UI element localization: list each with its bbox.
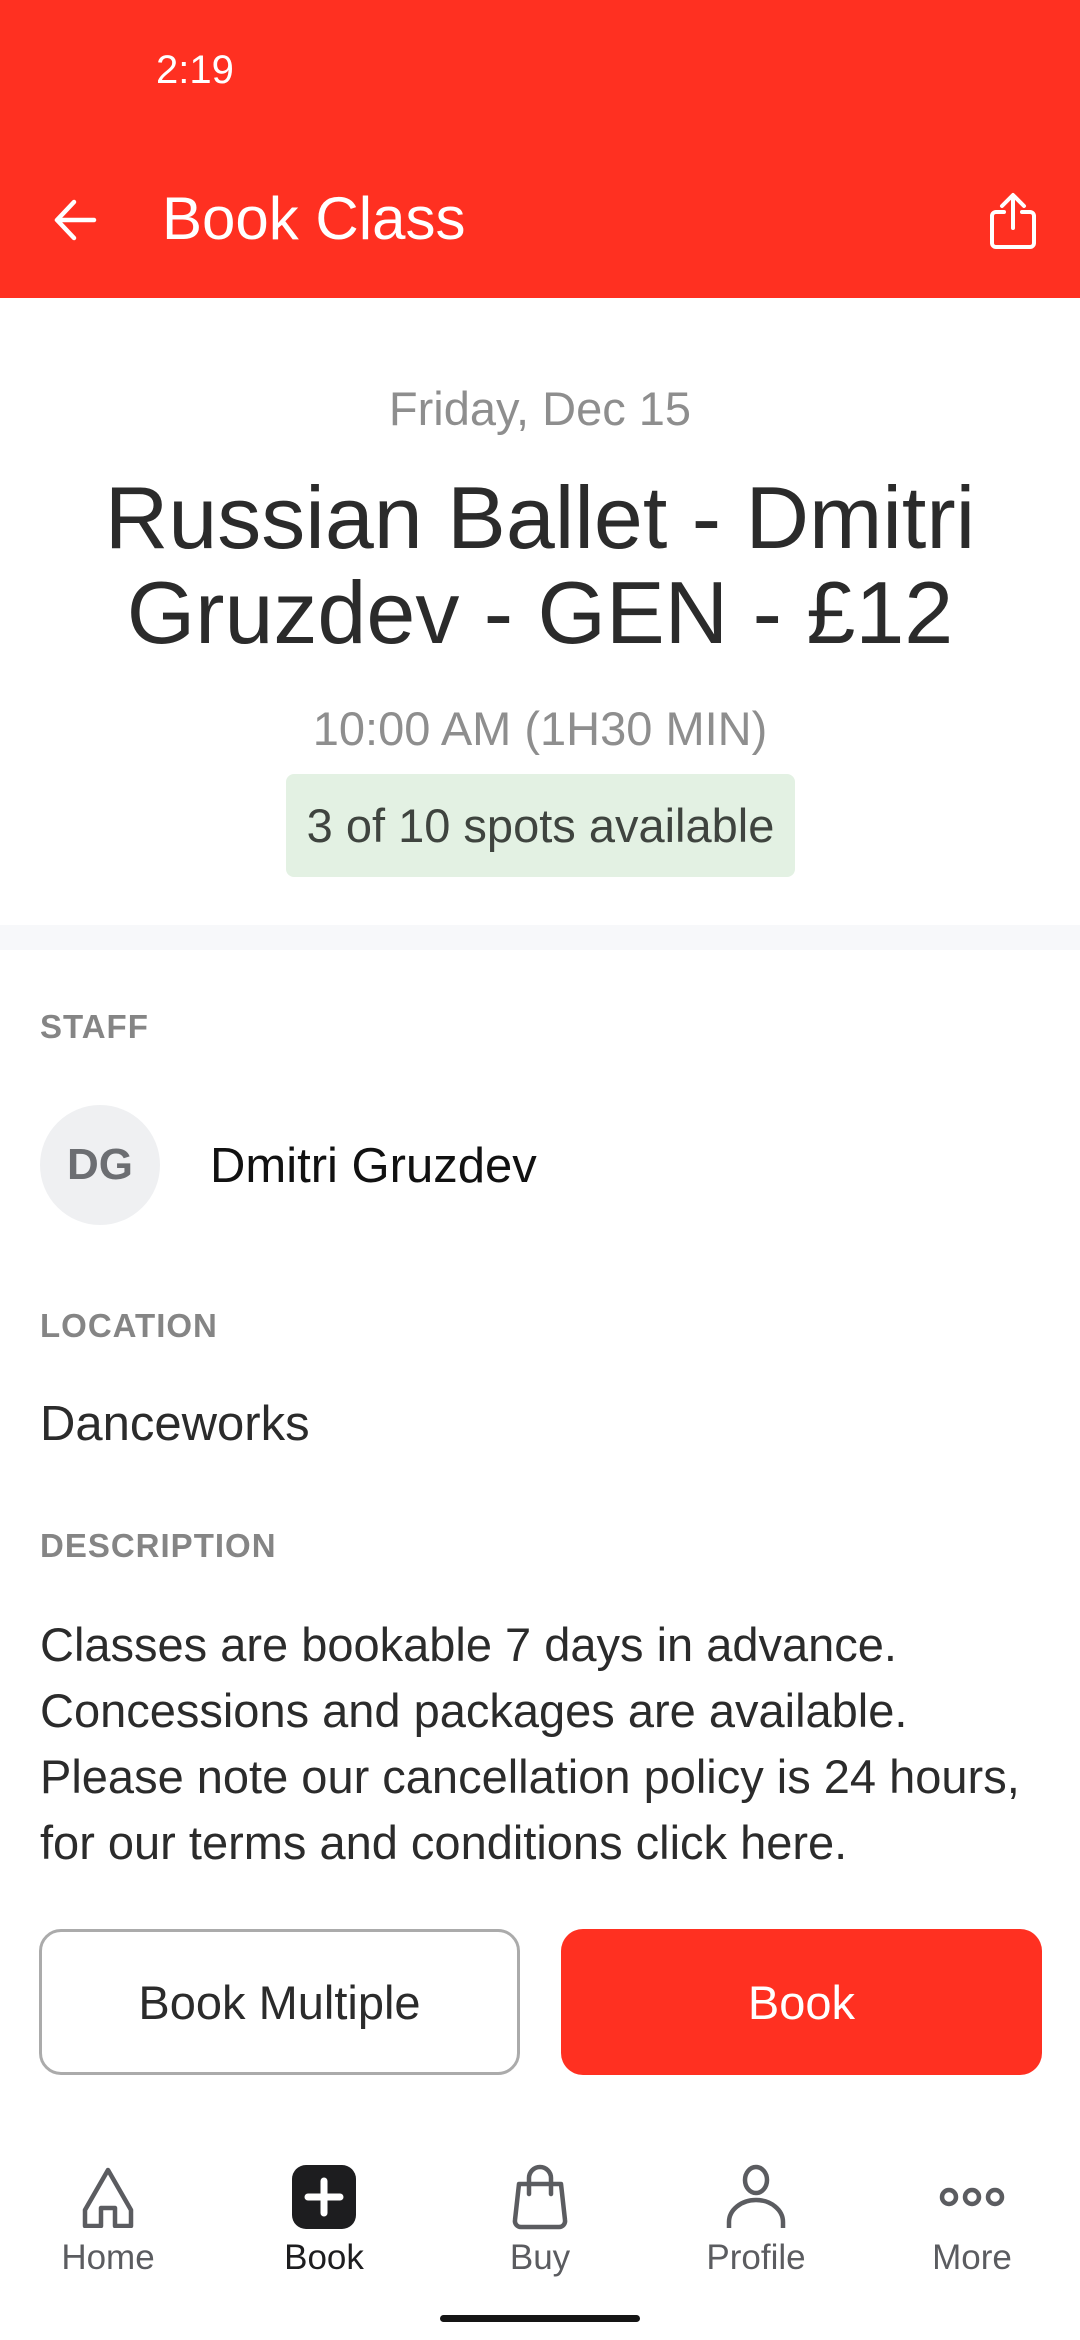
staff-name[interactable]: Dmitri Gruzdev xyxy=(210,1138,537,1194)
home-icon xyxy=(82,2167,134,2228)
book-multiple-button[interactable]: Book Multiple xyxy=(39,1929,520,2075)
book-plus-icon xyxy=(292,2165,356,2229)
class-title: Russian Ballet - Dmitri Gruzdev - GEN - … xyxy=(104,468,976,662)
share-button[interactable] xyxy=(978,186,1048,256)
book-button[interactable]: Book xyxy=(561,1929,1042,2075)
home-indicator[interactable] xyxy=(440,2315,640,2322)
nav-item-home[interactable]: Home xyxy=(0,2150,216,2290)
nav-item-buy[interactable]: Buy xyxy=(432,2150,648,2290)
location-label: LOCATION xyxy=(40,1307,218,1344)
nav-item-more[interactable]: More xyxy=(864,2150,1080,2290)
app-header: 2:19 Book Class xyxy=(0,0,1080,298)
availability-badge: 3 of 10 spots available xyxy=(286,774,795,877)
nav-label-more: More xyxy=(932,2238,1012,2277)
nav-label-buy: Buy xyxy=(509,2238,571,2277)
status-time: 2:19 xyxy=(156,48,234,92)
nav-item-book[interactable]: Book xyxy=(216,2150,432,2290)
more-dots-icon xyxy=(939,2187,1005,2207)
shopping-bag-icon xyxy=(512,2164,568,2230)
back-button[interactable] xyxy=(40,180,110,260)
share-icon xyxy=(990,193,1036,249)
location-value: Danceworks xyxy=(40,1397,310,1451)
class-time: 10:00 AM (1H30 MIN) xyxy=(312,702,768,755)
section-divider xyxy=(0,925,1080,950)
bottom-nav: Home Book Buy Profile More xyxy=(0,2150,1080,2290)
nav-label-profile: Profile xyxy=(706,2238,806,2277)
avatar: DG xyxy=(40,1105,160,1225)
nav-label-book: Book xyxy=(284,2238,364,2277)
class-date: Friday, Dec 15 xyxy=(388,382,692,435)
nav-item-profile[interactable]: Profile xyxy=(648,2150,864,2290)
staff-label: STAFF xyxy=(40,1008,149,1045)
arrow-left-icon xyxy=(54,199,97,241)
description-label: DESCRIPTION xyxy=(40,1527,277,1564)
page-title: Book Class xyxy=(162,185,466,252)
person-icon xyxy=(726,2164,786,2228)
description-text: Classes are bookable 7 days in advance. … xyxy=(40,1618,1020,1869)
nav-label-home: Home xyxy=(61,2238,155,2277)
